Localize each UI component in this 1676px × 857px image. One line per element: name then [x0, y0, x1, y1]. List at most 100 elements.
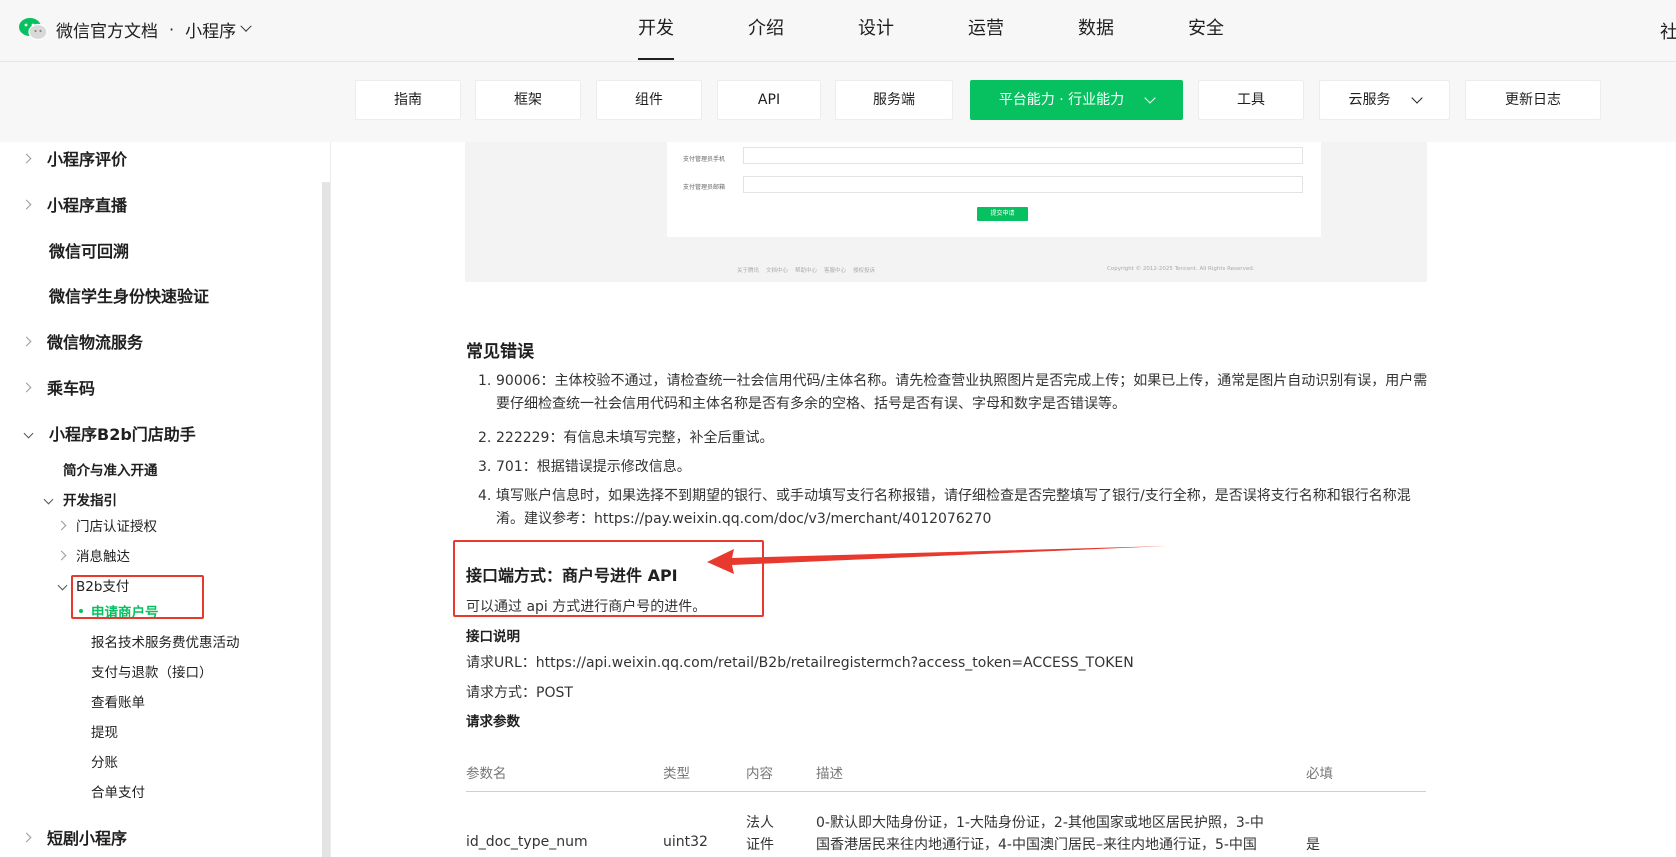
sidebar-item-traceable[interactable]: 微信可回溯 [49, 238, 129, 262]
tab-framework[interactable]: 框架 [475, 80, 581, 120]
sidebar-item-review[interactable]: 小程序评价 [21, 146, 127, 170]
chevron-down-icon [57, 580, 68, 590]
sidebar-item-label: 报名技术服务费优惠活动 [91, 635, 240, 651]
error-item-number: 1. [478, 373, 492, 389]
sidebar-item-label: 查看账单 [91, 695, 145, 711]
sidebar-item-ride-code[interactable]: 乘车码 [21, 375, 95, 399]
sidebar-item-combined-pay[interactable]: 合单支付 [91, 781, 145, 801]
chevron-down-icon[interactable] [240, 20, 252, 32]
sidebar-item-student-verify[interactable]: 微信学生身份快速验证 [49, 283, 209, 307]
tab-server[interactable]: 服务端 [835, 80, 953, 120]
brand-name[interactable]: 微信官方文档 [56, 17, 158, 42]
sidebar-item-label: 微信可回溯 [49, 242, 130, 261]
tab-api[interactable]: API [717, 80, 821, 120]
error-item-text: 填写账户信息时，如果选择不到期望的银行、或手动填写支行名称报错，请仔细检查是否完… [496, 488, 1411, 527]
error-item: 2. 222229：有信息未填写完整，补全后重试。 [478, 427, 1438, 450]
sidebar-item-label: B2b支付 [76, 579, 130, 595]
embedded-footer-link: 文档中心 [766, 268, 789, 274]
api-heading: 接口端方式：商户号进件 API [466, 566, 678, 585]
sidebar-item-message[interactable]: 消息触达 [56, 545, 130, 565]
sidebar-item-label: 分账 [91, 755, 118, 771]
table-header-name: 参数名 [466, 766, 507, 782]
embedded-copyright: Copyright © 2012-2025 Tencent. All Right… [1107, 266, 1255, 272]
error-item-number: 2. [478, 430, 492, 446]
brand[interactable]: 微信官方文档 · 小程序 [18, 14, 252, 44]
table-header-required: 必填 [1306, 766, 1333, 782]
product-switcher[interactable]: 小程序 [185, 17, 236, 42]
chevron-right-icon [56, 550, 67, 560]
sidebar-item-label: 简介与准入开通 [63, 463, 158, 479]
embedded-screenshot: 支付管理员手机 支付管理员邮箱 提交申请 关于腾讯 文档中心 帮助中心 客服中心… [465, 142, 1427, 282]
sidebar-item-label: 门店认证授权 [76, 519, 157, 535]
main-nav: 开发 介绍 设计 运营 数据 安全 [638, 0, 1298, 62]
sidebar-item-label: 消息触达 [76, 549, 130, 565]
sidebar-item-split[interactable]: 分账 [91, 751, 118, 771]
sidebar-item-logistics[interactable]: 微信物流服务 [21, 329, 144, 353]
sidebar-item-label: 合单支付 [91, 785, 145, 801]
table-cell-type: uint32 [663, 834, 708, 850]
api-explain-heading: 接口说明 [466, 629, 520, 645]
sidebar-item-label: 申请商户号 [91, 605, 159, 621]
nav-operation[interactable]: 运营 [968, 0, 1004, 62]
nav-develop[interactable]: 开发 [638, 0, 674, 62]
active-bullet-icon [79, 609, 83, 613]
sidebar-item-apply-merchant[interactable]: 申请商户号 [79, 601, 159, 621]
sidebar-item-withdraw[interactable]: 提现 [91, 721, 118, 741]
table-cell-content: 法人证件 [746, 815, 774, 853]
request-url: 请求URL：https://api.weixin.qq.com/retail/B… [466, 655, 1134, 671]
nav-design[interactable]: 设计 [858, 0, 894, 62]
tab-guide[interactable]: 指南 [355, 80, 461, 120]
chevron-right-icon [21, 199, 32, 209]
nav-community[interactable]: 社 [1660, 18, 1676, 44]
sidebar-scrollbar[interactable] [322, 182, 330, 857]
tab-tools[interactable]: 工具 [1198, 80, 1304, 120]
error-item: 4. 填写账户信息时，如果选择不到期望的银行、或手动填写支行名称报错，请仔细检查… [478, 485, 1438, 531]
chevron-right-icon [21, 153, 32, 163]
doc-content: 支付管理员手机 支付管理员邮箱 提交申请 关于腾讯 文档中心 帮助中心 客服中心… [331, 142, 1676, 857]
error-item-number: 3. [478, 459, 492, 475]
nav-security[interactable]: 安全 [1188, 0, 1224, 62]
chevron-right-icon [21, 336, 32, 346]
tab-changelog[interactable]: 更新日志 [1465, 80, 1601, 120]
sidebar-item-short-drama[interactable]: 短剧小程序 [21, 825, 128, 849]
embedded-footer-link: 帮助中心 [795, 268, 818, 274]
chevron-down-icon [23, 428, 34, 438]
sidebar-item-store-auth[interactable]: 门店认证授权 [56, 515, 157, 535]
sidebar-item-label: 小程序B2b门店助手 [49, 425, 196, 444]
embedded-footer-link: 侵权投诉 [853, 268, 876, 274]
tab-cloud[interactable]: 云服务 [1319, 80, 1450, 120]
table-cell-name: id_doc_type_num [466, 834, 588, 850]
error-item-number: 4. [478, 488, 492, 504]
chevron-right-icon [21, 382, 32, 392]
sidebar-item-live[interactable]: 小程序直播 [21, 192, 128, 216]
embedded-field-phone [743, 147, 1303, 164]
embedded-submit-button: 提交申请 [977, 207, 1028, 221]
tab-components[interactable]: 组件 [596, 80, 702, 120]
sidebar-item-pay-refund[interactable]: 支付与退款（接口） [91, 661, 213, 681]
sidebar-item-tech-fee[interactable]: 报名技术服务费优惠活动 [91, 631, 240, 651]
error-item: 1. 90006：主体校验不通过，请检查统一社会信用代码/主体名称。请先检查营业… [478, 370, 1438, 416]
nav-data[interactable]: 数据 [1078, 0, 1114, 62]
sidebar-item-b2b-pay[interactable]: B2b支付 [57, 575, 130, 595]
tab-platform-label: 平台能力 · 行业能力 [998, 92, 1125, 108]
top-navbar: 微信官方文档 · 小程序 开发 介绍 设计 运营 数据 安全 社 [0, 0, 1676, 62]
sub-navbar: 指南 框架 组件 API 服务端 平台能力 · 行业能力 工具 云服务 更新日志 [0, 62, 1676, 142]
embedded-field-email [743, 176, 1303, 193]
sidebar-item-dev-guide[interactable]: 开发指引 [43, 489, 117, 509]
sidebar-item-label: 微信物流服务 [47, 333, 144, 352]
embedded-form-card: 支付管理员手机 支付管理员邮箱 提交申请 [667, 142, 1321, 237]
chevron-down-icon [1144, 92, 1156, 104]
error-item-text: 90006：主体校验不通过，请检查统一社会信用代码/主体名称。请先检查营业执照图… [496, 373, 1428, 412]
sidebar-item-b2b-store[interactable]: 小程序B2b门店助手 [23, 421, 196, 445]
sidebar-item-label: 短剧小程序 [47, 829, 128, 848]
table-cell-required: 是 [1306, 837, 1320, 853]
sidebar-item-label: 支付与退款（接口） [91, 665, 213, 681]
table-header-desc: 描述 [816, 766, 843, 782]
sidebar-item-label: 小程序直播 [47, 196, 128, 215]
tab-platform-capability[interactable]: 平台能力 · 行业能力 [970, 80, 1183, 120]
nav-intro[interactable]: 介绍 [748, 0, 784, 62]
sidebar-item-bills[interactable]: 查看账单 [91, 691, 145, 711]
sidebar-item-intro[interactable]: 简介与准入开通 [63, 459, 158, 479]
sidebar-item-label: 开发指引 [63, 493, 117, 509]
error-item-text: 222229：有信息未填写完整，补全后重试。 [496, 430, 774, 446]
